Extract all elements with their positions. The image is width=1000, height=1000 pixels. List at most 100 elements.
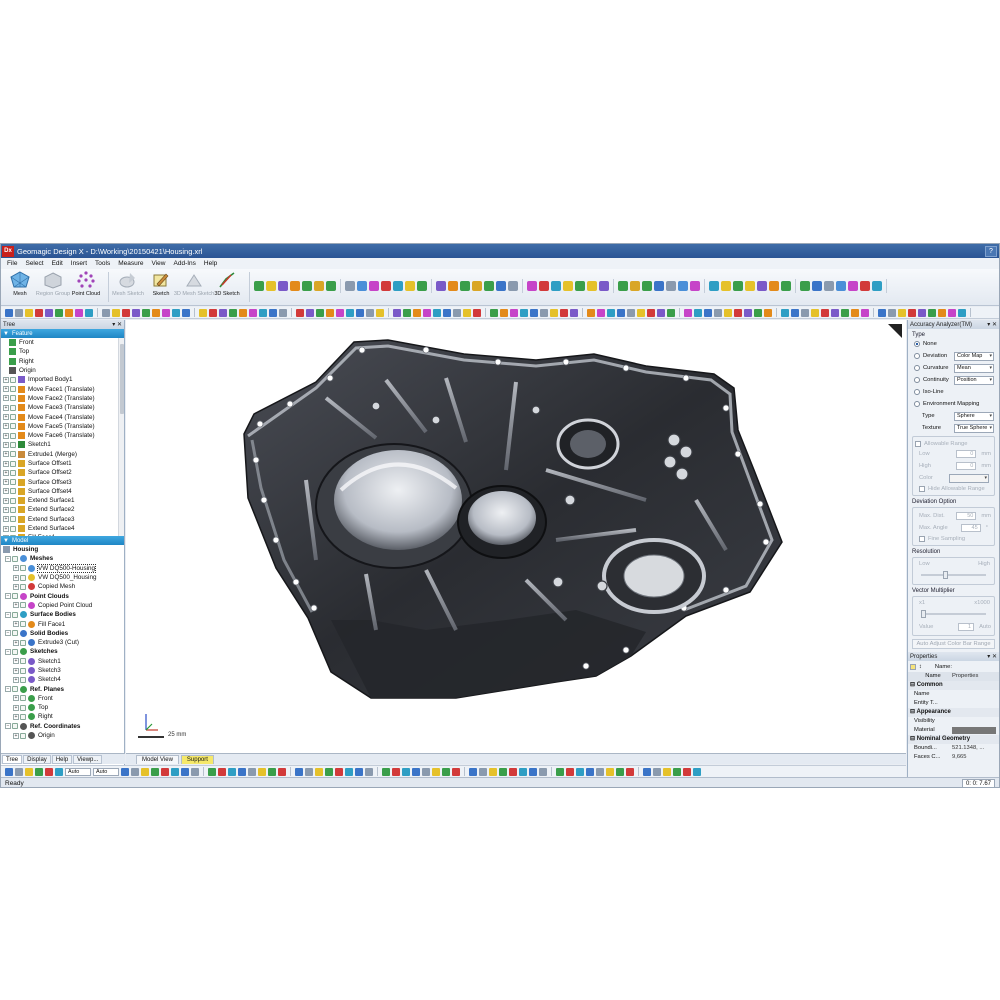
model-section-header[interactable]: ▼ Model [1, 536, 124, 545]
filter-tool-icon[interactable] [616, 767, 624, 776]
analyzer-option-radio[interactable] [914, 389, 920, 395]
visibility-icon[interactable] [10, 376, 16, 383]
feature-tree-item[interactable]: + Extrude1 (Merge) [1, 450, 124, 459]
view-tool-icon[interactable] [102, 308, 110, 317]
ribbon-tool-icon[interactable] [484, 281, 494, 291]
filter-tool-icon[interactable] [442, 767, 450, 776]
mesh-sketch-button[interactable]: Mesh Sketch [112, 269, 144, 297]
sort-category-icon[interactable] [910, 663, 916, 670]
view-tool-icon[interactable] [637, 308, 645, 317]
view-tool-icon[interactable] [249, 308, 257, 317]
feature-tree-item[interactable]: Top [1, 347, 124, 356]
view-tool-icon[interactable] [316, 308, 324, 317]
model-group[interactable]: − Sketches [1, 647, 124, 656]
view-tool-icon[interactable] [65, 308, 73, 317]
analyzer-option-select[interactable]: Color Map [954, 351, 994, 361]
filter-tool-icon[interactable] [539, 767, 547, 776]
filter-tool-icon[interactable] [576, 767, 584, 776]
visibility-icon[interactable] [12, 648, 18, 655]
view-tool-icon[interactable] [500, 308, 508, 317]
view-tool-icon[interactable] [199, 308, 207, 317]
view-tool-icon[interactable] [132, 308, 140, 317]
visibility-icon[interactable] [10, 506, 16, 513]
model-item[interactable]: + Fill Face1 [1, 619, 124, 628]
low-input[interactable]: 0 [956, 450, 977, 458]
filter-tool-icon[interactable] [606, 767, 614, 776]
filter-tool-icon[interactable] [469, 767, 477, 776]
property-row[interactable]: Boundi... 521.1348, ... [908, 744, 999, 753]
feature-tree-item[interactable]: + Extend Surface1 [1, 496, 124, 505]
view-tool-icon[interactable] [142, 308, 150, 317]
filter-tool-icon[interactable] [663, 767, 671, 776]
ribbon-tool-icon[interactable] [393, 281, 403, 291]
visibility-icon[interactable] [10, 395, 16, 402]
expand-icon[interactable]: + [13, 574, 19, 581]
ribbon-tool-icon[interactable] [254, 281, 264, 291]
view-tool-icon[interactable] [75, 308, 83, 317]
panel-pin-icon[interactable]: ▾ ✕ [987, 321, 999, 328]
view-tool-icon[interactable] [403, 308, 411, 317]
visibility-icon[interactable] [20, 732, 26, 739]
view-tool-icon[interactable] [423, 308, 431, 317]
filter-tool-icon[interactable] [673, 767, 681, 776]
ribbon-tool-icon[interactable] [872, 281, 882, 291]
ribbon-tool-icon[interactable] [745, 281, 755, 291]
view-tool-icon[interactable] [112, 308, 120, 317]
expand-icon[interactable]: + [13, 732, 19, 739]
view-tool-icon[interactable] [45, 308, 53, 317]
visibility-icon[interactable] [20, 639, 26, 646]
property-row[interactable]: Material [908, 726, 999, 735]
ribbon-tool-icon[interactable] [630, 281, 640, 291]
visibility-icon[interactable] [20, 667, 26, 674]
ribbon-tool-icon[interactable] [666, 281, 676, 291]
feature-tree-item[interactable]: + Surface Offset2 [1, 468, 124, 477]
high-input[interactable]: 0 [956, 462, 977, 470]
model-item[interactable]: + Front [1, 694, 124, 703]
ribbon-tool-icon[interactable] [496, 281, 506, 291]
filter-tool-icon[interactable] [683, 767, 691, 776]
view-tool-icon[interactable] [958, 308, 966, 317]
filter-tool-icon[interactable] [335, 767, 343, 776]
filter-tool-icon[interactable] [479, 767, 487, 776]
visibility-icon[interactable] [20, 695, 26, 702]
view-tool-icon[interactable] [607, 308, 615, 317]
view-tool-icon[interactable] [306, 308, 314, 317]
collapse-icon[interactable]: − [5, 686, 11, 693]
view-tool-icon[interactable] [908, 308, 916, 317]
view-tool-icon[interactable] [918, 308, 926, 317]
model-group[interactable]: − Surface Bodies [1, 610, 124, 619]
expand-icon[interactable]: + [3, 451, 9, 458]
feature-tree-item[interactable]: + Surface Offset3 [1, 477, 124, 486]
view-tool-icon[interactable] [229, 308, 237, 317]
analyzer-option-select[interactable]: Position [954, 375, 994, 385]
view-tool-icon[interactable] [861, 308, 869, 317]
feature-tree-item[interactable]: + Move Face6 (Translate) [1, 431, 124, 440]
expand-icon[interactable]: + [3, 497, 9, 504]
expand-icon[interactable]: + [3, 432, 9, 439]
filter-tool-icon[interactable] [509, 767, 517, 776]
model-group[interactable]: − Point Clouds [1, 591, 124, 600]
env-texture-select[interactable]: True Sphere [954, 423, 994, 433]
filter-tool-icon[interactable] [643, 767, 651, 776]
analyzer-option-select[interactable]: Mean [954, 363, 994, 373]
ribbon-tool-icon[interactable] [357, 281, 367, 291]
view-tool-icon[interactable] [5, 308, 13, 317]
view-tool-icon[interactable] [433, 308, 441, 317]
view-tool-icon[interactable] [928, 308, 936, 317]
view-tool-icon[interactable] [684, 308, 692, 317]
view-tool-icon[interactable] [279, 308, 287, 317]
view-tool-icon[interactable] [463, 308, 471, 317]
feature-tree-item[interactable]: + Fill Face1 [1, 533, 124, 536]
allowable-range-checkbox[interactable] [915, 440, 921, 447]
ribbon-tool-icon[interactable] [302, 281, 312, 291]
ribbon-tool-icon[interactable] [757, 281, 767, 291]
view-tool-icon[interactable] [704, 308, 712, 317]
expand-icon[interactable]: + [3, 516, 9, 523]
visibility-icon[interactable] [10, 525, 16, 532]
app-logo-icon[interactable]: Dx [2, 245, 14, 257]
view-tool-icon[interactable] [791, 308, 799, 317]
ribbon-tool-icon[interactable] [326, 281, 336, 291]
ribbon-tool-icon[interactable] [721, 281, 731, 291]
ribbon-tool-icon[interactable] [690, 281, 700, 291]
feature-tree-item[interactable]: Right [1, 357, 124, 366]
